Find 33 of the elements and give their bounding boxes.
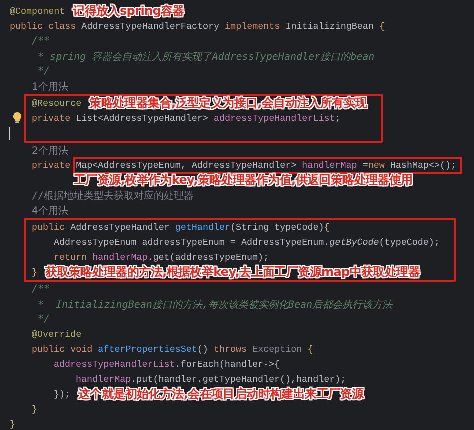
usage-hint[interactable]: 4个用法	[32, 204, 68, 218]
code-text: public AddressTypeHandler getHandler(String typeCode){	[32, 222, 330, 233]
code-text: public void afterPropertiesSet() throws Exception {	[32, 344, 314, 355]
code-text: */	[37, 314, 50, 325]
code-text: @Component	[10, 6, 66, 17]
lightbulb-icon[interactable]	[13, 112, 22, 124]
code-text: addressTypeHandlerList.forEach(handler->{	[54, 359, 280, 370]
code-text: private List<AddressTypeHandler> addressTypeHandlerList;	[32, 113, 341, 124]
annotation-note: 这个就是初始化方法,会在项目启动时构建出来工厂资源	[78, 387, 364, 402]
highlight-box: Map<AddressTypeEnum, AddressTypeHandler> handlerMap =new HashMap<>();	[73, 157, 462, 174]
usage-hint[interactable]: 1个用法	[32, 80, 68, 94]
annotation-note: 记得放入spring容器	[73, 4, 184, 19]
code-text: public class AddressTypeHandlerFactory implements InitializingBean {	[10, 21, 385, 32]
code-text: * spring 容器会自动注入所有实现了AddressTypeHandler接口的bean	[37, 50, 375, 64]
code-text: }	[10, 419, 16, 430]
code-text: @Override	[32, 329, 82, 340]
annotation-note: 策略处理器集合,泛型定义为接口,会自动注入所有实现	[90, 96, 368, 111]
code-text: private	[32, 160, 72, 171]
code-text: handlerMap.put(handler.getTypeHandler(),handler);	[76, 374, 346, 385]
code-text: //根据地址类型去获取对应的处理器	[32, 190, 194, 202]
code-text: }	[32, 267, 38, 278]
code-text: * InitializingBean接口的方法,每次该类被实例化Bean后都会执行该方法	[37, 298, 393, 312]
code-text: });	[54, 389, 71, 400]
usage-hint[interactable]: 2个用法	[32, 144, 68, 158]
code-text: return handlerMap.get(addressTypeEnum);	[54, 252, 270, 263]
code-text: */	[37, 66, 50, 77]
code-text: /**	[32, 284, 50, 295]
code-text: @Resource	[32, 98, 82, 109]
code-text: }	[32, 404, 38, 415]
annotation-note: 工厂资源,枚举作为key,策略处理器作为值,供返回策略处理器使用	[74, 173, 413, 188]
code-text: /**	[32, 36, 50, 47]
code-text: AddressTypeEnum addressTypeEnum = AddressTypeEnum.getByCode(typeCode);	[54, 237, 440, 248]
annotation-note: 获取策略处理器的方法,根据枚举key,去上面工厂资源map中获取处理器	[46, 265, 420, 280]
